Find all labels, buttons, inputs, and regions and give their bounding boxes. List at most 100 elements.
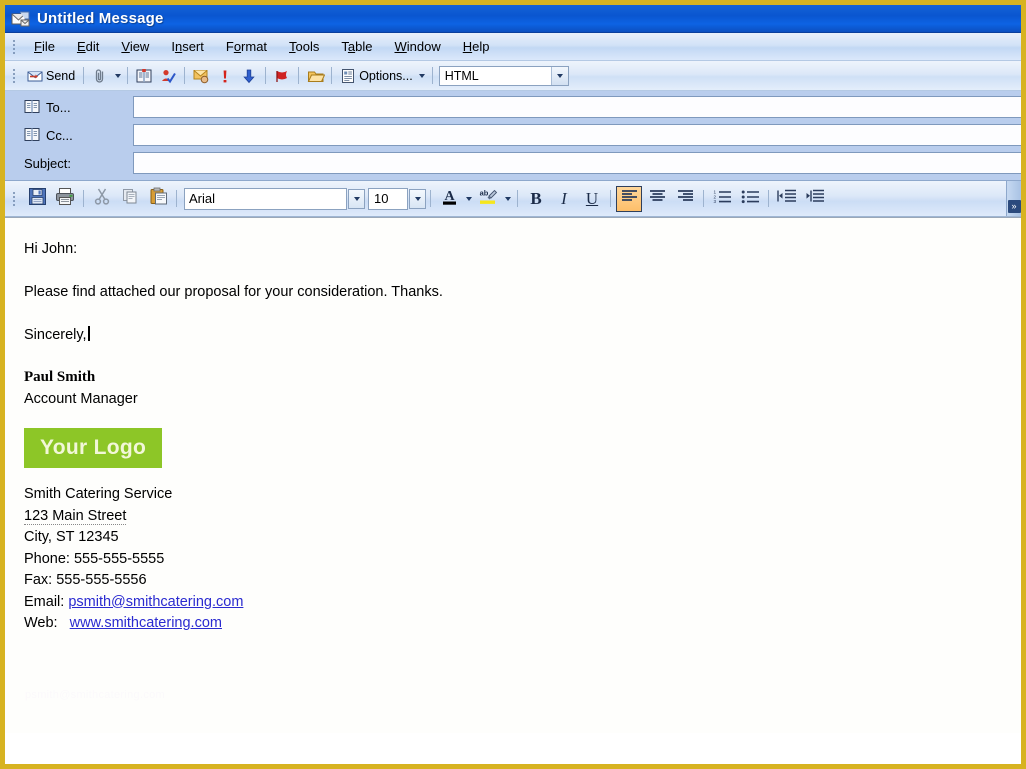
- message-window: Untitled Message File Edit View Insert F…: [0, 0, 1026, 769]
- highlight-icon: ab: [478, 187, 499, 211]
- menu-item-help[interactable]: Help: [452, 36, 501, 57]
- address-book-icon: [136, 68, 152, 84]
- menu-item-edit[interactable]: Edit: [66, 36, 110, 57]
- message-format-caret-icon[interactable]: [550, 66, 568, 85]
- toolbar-separator: [184, 67, 186, 84]
- high-importance-button[interactable]: [214, 65, 236, 87]
- insert-item-button[interactable]: [304, 65, 326, 87]
- formatting-toolbar-grip-handle[interactable]: [10, 189, 19, 208]
- menu-item-view[interactable]: View: [110, 36, 160, 57]
- italic-icon: I: [561, 189, 567, 208]
- options-button[interactable]: Options...: [337, 65, 416, 87]
- highlight-caret-icon[interactable]: [502, 190, 513, 208]
- subject-label-text: Subject:: [24, 155, 71, 171]
- menu-item-table[interactable]: Table: [330, 36, 383, 57]
- decrease-indent-icon: [777, 189, 797, 209]
- to-input[interactable]: [133, 96, 1021, 118]
- toolbar-separator: [431, 67, 433, 84]
- font-size-value: 10: [374, 191, 389, 206]
- insert-item-icon: [307, 68, 326, 84]
- menu-item-file[interactable]: File: [23, 36, 66, 57]
- increase-indent-button[interactable]: [802, 186, 828, 212]
- subject-input[interactable]: [133, 152, 1021, 174]
- low-importance-icon: [241, 68, 257, 84]
- toolbar-overflow-button[interactable]: »: [1006, 181, 1021, 216]
- message-format-combo[interactable]: HTML: [438, 65, 569, 86]
- decrease-indent-button[interactable]: [774, 186, 800, 212]
- cc-input[interactable]: [133, 124, 1021, 146]
- signature-street: 123 Main Street: [24, 506, 1021, 528]
- standard-toolbar: Send Options... HTML: [5, 61, 1021, 91]
- signature-job-title: Account Manager: [24, 391, 138, 407]
- menu-item-format[interactable]: Format: [215, 36, 278, 57]
- attach-dropdown-caret-icon[interactable]: [112, 67, 123, 85]
- save-button[interactable]: [24, 186, 50, 212]
- signature-street-text: 123 Main Street: [24, 507, 127, 525]
- underline-button[interactable]: U: [579, 186, 605, 212]
- send-button[interactable]: Send: [24, 65, 78, 87]
- low-importance-button[interactable]: [238, 65, 260, 87]
- copy-button[interactable]: [117, 186, 143, 212]
- options-label: Options...: [359, 68, 413, 83]
- align-left-button[interactable]: [616, 185, 642, 212]
- svg-text:ab: ab: [479, 188, 488, 197]
- window-title: Untitled Message: [37, 10, 164, 27]
- signature-web-link[interactable]: www.smithcatering.com: [70, 615, 222, 631]
- underline-icon: U: [585, 189, 599, 208]
- font-size-combo[interactable]: 10: [368, 187, 408, 210]
- high-importance-icon: [217, 68, 233, 84]
- follow-up-flag-button[interactable]: [271, 65, 293, 87]
- font-name-value: Arial: [189, 191, 216, 206]
- insert-signature-button[interactable]: [190, 65, 212, 87]
- insert-signature-icon: [193, 68, 209, 84]
- signature-company: Smith Catering Service: [24, 486, 173, 502]
- toolbar-separator: [83, 67, 85, 84]
- print-button[interactable]: [52, 186, 78, 212]
- copy-icon: [121, 187, 139, 210]
- cut-button[interactable]: [89, 186, 115, 212]
- to-label: To...: [46, 99, 71, 115]
- to-button[interactable]: To...: [5, 99, 133, 115]
- options-dropdown-caret-icon[interactable]: [417, 67, 428, 85]
- align-right-button[interactable]: [672, 186, 698, 212]
- address-book-icon: [24, 99, 40, 115]
- message-format-value: HTML: [444, 68, 479, 83]
- font-color-caret-icon[interactable]: [463, 190, 474, 208]
- numbered-list-button[interactable]: 1 2 3: [709, 186, 735, 212]
- font-size-caret-icon[interactable]: [409, 188, 426, 209]
- address-book-button[interactable]: [133, 65, 155, 87]
- font-color-icon: A: [440, 187, 459, 211]
- message-body-editor[interactable]: Hi John: Please find attached our propos…: [5, 217, 1021, 733]
- menu-item-tools[interactable]: Tools: [278, 36, 330, 57]
- menubar-grip-handle[interactable]: [10, 37, 19, 56]
- menu-item-window[interactable]: Window: [384, 36, 452, 57]
- message-envelope-icon: [11, 10, 31, 28]
- highlight-button[interactable]: ab: [475, 186, 501, 212]
- cut-icon: [93, 187, 111, 210]
- subject-row: Subject:: [5, 151, 1021, 175]
- follow-up-flag-icon: [274, 68, 290, 84]
- signature-name: Paul Smith: [24, 369, 96, 385]
- paste-button[interactable]: [145, 186, 171, 212]
- attach-file-button[interactable]: [89, 65, 111, 87]
- menu-item-insert[interactable]: Insert: [160, 36, 215, 57]
- italic-button[interactable]: I: [551, 186, 577, 212]
- bold-button[interactable]: B: [523, 186, 549, 212]
- send-label: Send: [46, 68, 76, 83]
- align-center-button[interactable]: [644, 186, 670, 212]
- toolbar-separator: [517, 190, 518, 207]
- signature-email-link[interactable]: psmith@smithcatering.com: [68, 594, 243, 610]
- toolbar-separator: [610, 190, 611, 207]
- options-icon: [340, 68, 356, 84]
- bulleted-list-button[interactable]: [737, 186, 763, 212]
- cc-button[interactable]: Cc...: [5, 127, 133, 143]
- font-name-caret-icon[interactable]: [348, 188, 365, 209]
- font-color-button[interactable]: A: [436, 186, 462, 212]
- font-name-combo[interactable]: Arial: [184, 187, 347, 210]
- check-names-button[interactable]: [157, 65, 179, 87]
- toolbar-separator: [176, 190, 177, 207]
- print-icon: [55, 187, 75, 211]
- signature-phone: Phone: 555-555-5555: [24, 550, 165, 567]
- standard-toolbar-grip-handle[interactable]: [10, 66, 19, 85]
